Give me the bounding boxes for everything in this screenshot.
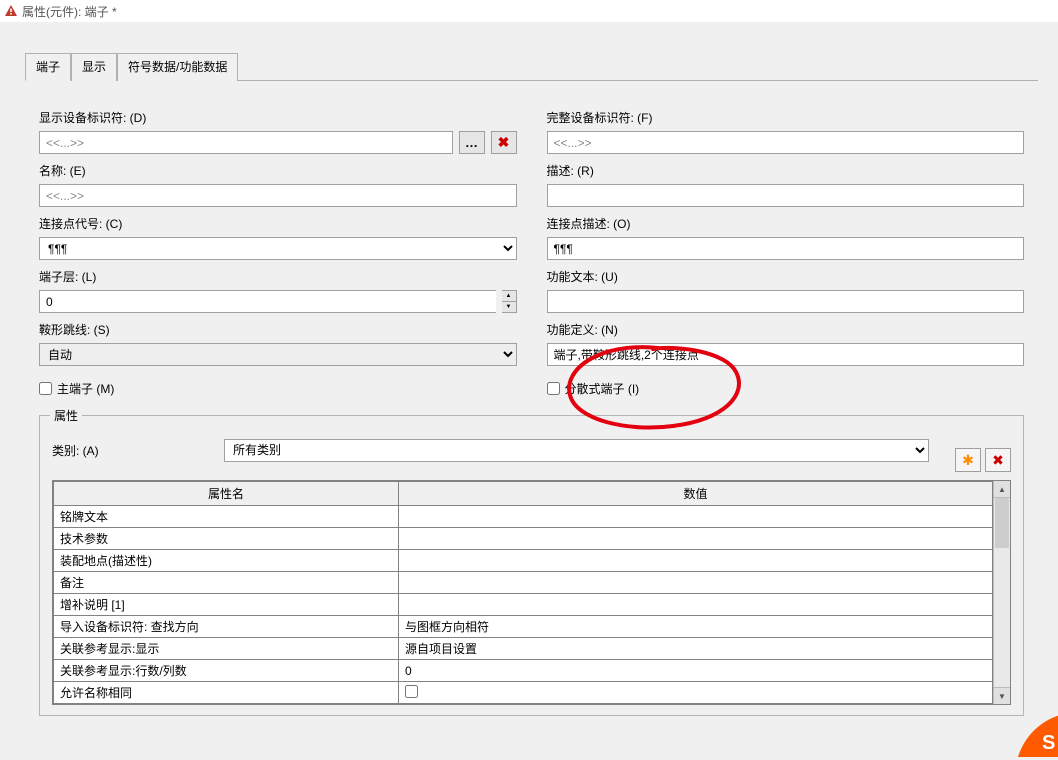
table-row[interactable]: 导入设备标识符: 查找方向与图框方向相符 [54, 616, 993, 638]
input-func-text[interactable] [547, 290, 1025, 313]
window-title: 属性(元件): 端子 * [22, 3, 117, 20]
table-row[interactable]: 技术参数 [54, 528, 993, 550]
cell-value[interactable]: 源自项目设置 [399, 638, 993, 660]
cell-value[interactable] [399, 506, 993, 528]
window-titlebar: 属性(元件): 端子 * [0, 0, 1058, 22]
input-func-def[interactable] [547, 343, 1025, 366]
table-row[interactable]: 增补说明 [1] [54, 594, 993, 616]
cell-name: 导入设备标识符: 查找方向 [54, 616, 399, 638]
add-button[interactable]: ✱ [955, 448, 981, 472]
label-conn-desc: 连接点描述: (O) [547, 215, 1025, 232]
input-display-dt[interactable] [39, 131, 453, 154]
label-desc: 描述: (R) [547, 162, 1025, 179]
cell-value[interactable] [399, 572, 993, 594]
label-name: 名称: (E) [39, 162, 517, 179]
properties-group: 属性 类别: (A) 所有类别 ✱ ✖ 属性名 数值 [39, 415, 1024, 716]
col-header-name: 属性名 [54, 482, 399, 506]
browse-button[interactable]: … [459, 131, 485, 154]
scroll-thumb[interactable] [995, 498, 1009, 548]
input-layer[interactable] [39, 290, 496, 313]
work-area: 端子 显示 符号数据/功能数据 显示设备标识符: (D) … ✖ 完整设备标识符… [0, 22, 1058, 716]
label-distributed-terminal: 分散式端子 (I) [565, 380, 640, 397]
sogou-ime-icon: S [1018, 715, 1058, 757]
input-name[interactable] [39, 184, 517, 207]
table-row[interactable]: 关联参考显示:显示源自项目设置 [54, 638, 993, 660]
select-conn-code[interactable]: ¶¶¶ [39, 237, 517, 260]
cell-name: 备注 [54, 572, 399, 594]
table-row[interactable]: 装配地点(描述性) [54, 550, 993, 572]
label-layer: 端子层: (L) [39, 268, 517, 285]
cell-value[interactable] [399, 550, 993, 572]
table-row[interactable]: 铭牌文本 [54, 506, 993, 528]
tab-terminal[interactable]: 端子 [25, 53, 71, 81]
label-saddle: 鞍形跳线: (S) [39, 321, 517, 338]
cell-name: 铭牌文本 [54, 506, 399, 528]
input-full-dt[interactable] [547, 131, 1025, 154]
cell-checkbox[interactable] [405, 685, 418, 698]
properties-table-wrap: 属性名 数值 铭牌文本技术参数装配地点(描述性)备注增补说明 [1]导入设备标识… [52, 480, 1011, 705]
checkbox-distributed-terminal[interactable] [547, 382, 560, 395]
label-func-def: 功能定义: (N) [547, 321, 1025, 338]
remove-button[interactable]: ✖ [491, 131, 517, 154]
spinner-down-icon[interactable]: ▼ [502, 302, 516, 312]
app-icon [4, 4, 18, 18]
select-category[interactable]: 所有类别 [224, 439, 929, 462]
table-row[interactable]: 备注 [54, 572, 993, 594]
layer-spinner[interactable]: ▲▼ [502, 290, 517, 313]
cell-name: 技术参数 [54, 528, 399, 550]
checkbox-main-terminal[interactable] [39, 382, 52, 395]
table-row[interactable]: 关联参考显示:行数/列数0 [54, 660, 993, 682]
tab-display[interactable]: 显示 [71, 53, 117, 81]
properties-table: 属性名 数值 铭牌文本技术参数装配地点(描述性)备注增补说明 [1]导入设备标识… [53, 481, 993, 704]
label-conn-code: 连接点代号: (C) [39, 215, 517, 232]
cell-name: 关联参考显示:行数/列数 [54, 660, 399, 682]
table-header-row: 属性名 数值 [54, 482, 993, 506]
cell-name: 允许名称相同 [54, 682, 399, 704]
tab-symbol-data[interactable]: 符号数据/功能数据 [117, 53, 238, 81]
label-category: 类别: (A) [52, 442, 212, 459]
input-desc[interactable] [547, 184, 1025, 207]
properties-group-title: 属性 [50, 407, 82, 424]
cell-value[interactable]: 0 [399, 660, 993, 682]
label-func-text: 功能文本: (U) [547, 268, 1025, 285]
select-saddle[interactable]: 自动 [39, 343, 517, 366]
svg-text:S: S [1042, 732, 1055, 754]
scroll-down-icon[interactable]: ▼ [994, 687, 1010, 704]
cell-value[interactable]: 与图框方向相符 [399, 616, 993, 638]
label-full-dt: 完整设备标识符: (F) [547, 109, 1025, 126]
cell-name: 装配地点(描述性) [54, 550, 399, 572]
label-main-terminal: 主端子 (M) [57, 380, 114, 397]
label-display-dt: 显示设备标识符: (D) [39, 109, 517, 126]
col-header-value: 数值 [399, 482, 993, 506]
cell-value[interactable] [399, 528, 993, 550]
cell-value[interactable] [399, 682, 993, 704]
table-row[interactable]: 允许名称相同 [54, 682, 993, 704]
delete-button[interactable]: ✖ [985, 448, 1011, 472]
cell-name: 增补说明 [1] [54, 594, 399, 616]
vertical-scrollbar[interactable]: ▲ ▼ [993, 481, 1010, 704]
tab-bar: 端子 显示 符号数据/功能数据 [25, 52, 1038, 81]
spinner-up-icon[interactable]: ▲ [502, 291, 516, 302]
input-conn-desc[interactable] [547, 237, 1025, 260]
cell-name: 关联参考显示:显示 [54, 638, 399, 660]
scroll-up-icon[interactable]: ▲ [994, 481, 1010, 498]
cell-value[interactable] [399, 594, 993, 616]
